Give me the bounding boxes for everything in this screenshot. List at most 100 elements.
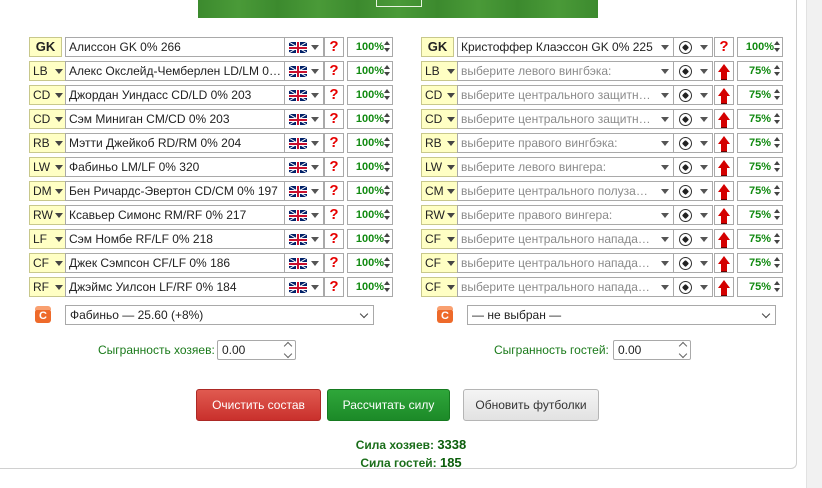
- spin-up-icon[interactable]: [384, 161, 390, 165]
- position-select[interactable]: CF: [421, 229, 458, 249]
- spin-down-icon[interactable]: [774, 264, 780, 268]
- nationality-select[interactable]: [284, 229, 324, 249]
- nationality-select[interactable]: [284, 277, 324, 297]
- spin-down-icon[interactable]: [384, 168, 390, 172]
- position-select[interactable]: CF: [29, 253, 66, 273]
- physical-form-input[interactable]: 75%: [737, 229, 783, 249]
- player-select[interactable]: Ксавьер Симонс RM/RF 0% 217: [65, 205, 310, 225]
- player-select[interactable]: выберите левого вингера:: [457, 157, 674, 177]
- form-indicator[interactable]: ?: [324, 253, 344, 273]
- spin-up-icon[interactable]: [774, 257, 780, 261]
- spin-down-icon[interactable]: [283, 349, 293, 359]
- form-indicator[interactable]: ?: [324, 109, 344, 129]
- nationality-select[interactable]: [284, 85, 324, 105]
- spin-down-icon[interactable]: [774, 72, 780, 76]
- form-indicator[interactable]: [714, 253, 734, 273]
- position-select[interactable]: LF: [29, 229, 66, 249]
- spin-up-icon[interactable]: [774, 137, 780, 141]
- spin-down-icon[interactable]: [774, 168, 780, 172]
- physical-form-input[interactable]: 100%: [347, 205, 393, 225]
- position-select[interactable]: CD: [421, 85, 458, 105]
- spin-up-icon[interactable]: [384, 113, 390, 117]
- nationality-select[interactable]: [284, 157, 324, 177]
- player-select[interactable]: выберите центрального нападающего:: [457, 277, 674, 297]
- form-indicator[interactable]: ?: [324, 229, 344, 249]
- spin-down-icon[interactable]: [384, 72, 390, 76]
- player-select[interactable]: выберите правого вингбэка:: [457, 133, 674, 153]
- spin-up-icon[interactable]: [774, 65, 780, 69]
- spin-up-icon[interactable]: [774, 281, 780, 285]
- spin-up-icon[interactable]: [384, 41, 390, 45]
- player-select[interactable]: Джэймс Уилсон LF/RF 0% 184: [65, 277, 310, 297]
- spin-up-icon[interactable]: [384, 137, 390, 141]
- player-select[interactable]: выберите центрального защитника:: [457, 85, 674, 105]
- spin-up-icon[interactable]: [384, 257, 390, 261]
- away-played-input[interactable]: 0.00: [613, 340, 691, 360]
- physical-form-input[interactable]: 100%: [347, 181, 393, 201]
- spin-down-icon[interactable]: [774, 240, 780, 244]
- spin-down-icon[interactable]: [384, 120, 390, 124]
- spin-down-icon[interactable]: [384, 192, 390, 196]
- physical-form-input[interactable]: 100%: [347, 229, 393, 249]
- position-select[interactable]: CF: [421, 253, 458, 273]
- spin-up-icon[interactable]: [384, 209, 390, 213]
- nationality-select[interactable]: [284, 205, 324, 225]
- spin-up-icon[interactable]: [774, 233, 780, 237]
- nationality-select[interactable]: [284, 109, 324, 129]
- clear-lineup-button[interactable]: Очистить состав: [196, 389, 321, 421]
- home-played-input[interactable]: 0.00: [217, 340, 296, 360]
- nationality-select[interactable]: [673, 277, 713, 297]
- player-select[interactable]: Сэм Номбе RF/LF 0% 218: [65, 229, 310, 249]
- form-indicator[interactable]: [714, 277, 734, 297]
- spin-up-icon[interactable]: [384, 185, 390, 189]
- position-select[interactable]: CD: [29, 109, 66, 129]
- form-indicator[interactable]: ?: [324, 37, 344, 57]
- form-indicator[interactable]: [714, 205, 734, 225]
- spin-up-icon[interactable]: [774, 41, 780, 45]
- spin-down-icon[interactable]: [774, 120, 780, 124]
- calculate-strength-button[interactable]: Рассчитать силу: [327, 389, 450, 421]
- physical-form-input[interactable]: 100%: [347, 157, 393, 177]
- position-select[interactable]: CD: [421, 109, 458, 129]
- physical-form-input[interactable]: 75%: [737, 85, 783, 105]
- spin-up-icon[interactable]: [774, 113, 780, 117]
- physical-form-input[interactable]: 75%: [737, 157, 783, 177]
- spin-down-icon[interactable]: [384, 216, 390, 220]
- spin-down-icon[interactable]: [774, 288, 780, 292]
- scrollbar-track[interactable]: [806, 0, 822, 488]
- physical-form-input[interactable]: 100%: [347, 37, 393, 57]
- position-select[interactable]: LW: [29, 157, 66, 177]
- position-select[interactable]: LB: [29, 61, 66, 81]
- player-select[interactable]: выберите центрального полузащитника:: [457, 181, 674, 201]
- spin-down-icon[interactable]: [384, 288, 390, 292]
- spin-up-icon[interactable]: [774, 161, 780, 165]
- home-captain-select[interactable]: Фабиньо — 25.60 (+8%): [65, 305, 374, 325]
- nationality-select[interactable]: [673, 229, 713, 249]
- physical-form-input[interactable]: 75%: [737, 109, 783, 129]
- player-select[interactable]: Кристоффер Клаэссон GK 0% 225: [457, 37, 674, 57]
- spin-up-icon[interactable]: [774, 209, 780, 213]
- spin-down-icon[interactable]: [384, 264, 390, 268]
- update-shirts-button[interactable]: Обновить футболки: [463, 389, 599, 421]
- physical-form-input[interactable]: 100%: [347, 253, 393, 273]
- nationality-select[interactable]: [673, 133, 713, 153]
- nationality-select[interactable]: [673, 253, 713, 273]
- player-select[interactable]: Мэтти Джейкоб RD/RM 0% 204: [65, 133, 310, 153]
- spin-down-icon[interactable]: [384, 144, 390, 148]
- away-captain-select[interactable]: — не выбран —: [467, 305, 776, 325]
- form-indicator[interactable]: ?: [324, 157, 344, 177]
- physical-form-input[interactable]: 75%: [737, 277, 783, 297]
- spin-down-icon[interactable]: [774, 96, 780, 100]
- spin-up-icon[interactable]: [384, 233, 390, 237]
- physical-form-input[interactable]: 100%: [347, 133, 393, 153]
- nationality-select[interactable]: [673, 109, 713, 129]
- player-select[interactable]: выберите центрального нападающего:: [457, 253, 674, 273]
- position-select[interactable]: CM: [421, 181, 458, 201]
- form-indicator[interactable]: ?: [324, 277, 344, 297]
- physical-form-input[interactable]: 75%: [737, 205, 783, 225]
- nationality-select[interactable]: [673, 157, 713, 177]
- position-select[interactable]: RW: [421, 205, 458, 225]
- nationality-select[interactable]: [673, 181, 713, 201]
- position-select[interactable]: CD: [29, 85, 66, 105]
- nationality-select[interactable]: [673, 37, 713, 57]
